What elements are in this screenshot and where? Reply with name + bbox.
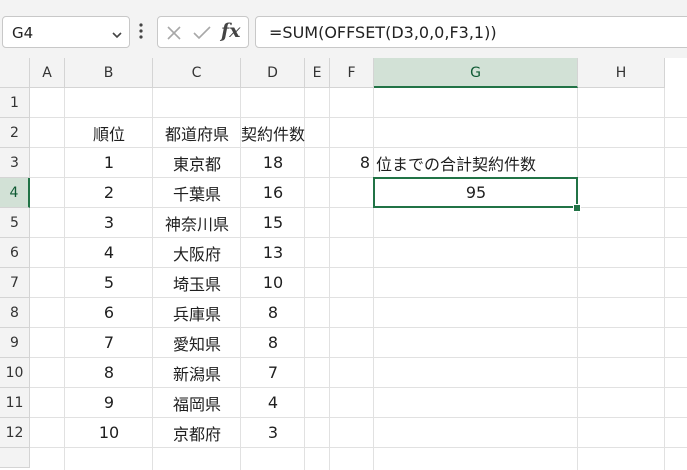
cell-f3-rank-limit[interactable]: 8 bbox=[330, 148, 374, 177]
cell-contracts[interactable]: 4 bbox=[241, 388, 305, 417]
cell-contracts[interactable]: 15 bbox=[241, 208, 305, 237]
row-header-4[interactable]: 4 bbox=[0, 178, 30, 208]
cell-prefecture[interactable]: 神奈川県 bbox=[153, 208, 241, 237]
name-box-value: G4 bbox=[12, 24, 34, 42]
column-header-d[interactable]: D bbox=[241, 58, 305, 88]
more-options-icon[interactable] bbox=[138, 22, 144, 44]
cell-prefecture[interactable]: 京都府 bbox=[153, 418, 241, 447]
cell-rank[interactable]: 8 bbox=[65, 358, 153, 387]
cell-prefecture[interactable]: 埼玉県 bbox=[153, 268, 241, 297]
row-header-11[interactable]: 11 bbox=[0, 388, 30, 418]
cell-prefecture[interactable]: 福岡県 bbox=[153, 388, 241, 417]
cell-contracts[interactable]: 8 bbox=[241, 298, 305, 327]
header-rank[interactable]: 順位 bbox=[65, 118, 153, 147]
formula-tools: fx bbox=[157, 16, 249, 48]
row-header-8[interactable]: 8 bbox=[0, 298, 30, 328]
cell-prefecture[interactable]: 愛知県 bbox=[153, 328, 241, 357]
cell-rank[interactable]: 5 bbox=[65, 268, 153, 297]
cell-rank[interactable]: 1 bbox=[65, 148, 153, 177]
gridline-vertical bbox=[577, 88, 578, 470]
formula-text: =SUM(OFFSET(D3,0,0,F3,1)) bbox=[269, 23, 497, 42]
row-header-partial[interactable] bbox=[0, 448, 30, 468]
name-box[interactable]: G4 bbox=[2, 16, 130, 48]
gridline-vertical bbox=[329, 88, 330, 470]
cell-prefecture[interactable]: 千葉県 bbox=[153, 178, 241, 207]
cell-g3-label[interactable]: 位までの合計契約件数 bbox=[374, 148, 578, 177]
column-header-c[interactable]: C bbox=[153, 58, 241, 88]
cell-rank[interactable]: 7 bbox=[65, 328, 153, 357]
formula-bar: G4 fx =SUM(OFFSET(D3,0,0,F3,1)) bbox=[0, 0, 687, 58]
cancel-icon[interactable] bbox=[166, 25, 182, 45]
cell-rank[interactable]: 6 bbox=[65, 298, 153, 327]
chevron-down-icon[interactable] bbox=[111, 26, 123, 45]
cell-prefecture[interactable]: 兵庫県 bbox=[153, 298, 241, 327]
column-header-g[interactable]: G bbox=[374, 58, 578, 88]
gridline-vertical bbox=[664, 88, 665, 470]
gridline-horizontal bbox=[30, 447, 687, 448]
column-header-b[interactable]: B bbox=[65, 58, 153, 88]
cell-prefecture[interactable]: 大阪府 bbox=[153, 238, 241, 267]
column-header-f[interactable]: F bbox=[330, 58, 374, 88]
row-header-2[interactable]: 2 bbox=[0, 118, 30, 148]
cell-rank[interactable]: 2 bbox=[65, 178, 153, 207]
row-header-12[interactable]: 12 bbox=[0, 418, 30, 448]
row-header-6[interactable]: 6 bbox=[0, 238, 30, 268]
cell-contracts[interactable]: 7 bbox=[241, 358, 305, 387]
row-header-3[interactable]: 3 bbox=[0, 148, 30, 178]
cell-contracts[interactable]: 13 bbox=[241, 238, 305, 267]
cell-prefecture[interactable]: 東京都 bbox=[153, 148, 241, 177]
cell-contracts[interactable]: 10 bbox=[241, 268, 305, 297]
cell-rank[interactable]: 9 bbox=[65, 388, 153, 417]
cell-contracts[interactable]: 18 bbox=[241, 148, 305, 177]
column-header-h[interactable]: H bbox=[578, 58, 665, 88]
select-all-corner[interactable] bbox=[0, 58, 30, 88]
column-header-e[interactable]: E bbox=[305, 58, 330, 88]
header-prefecture[interactable]: 都道府県 bbox=[153, 118, 241, 147]
header-contracts[interactable]: 契約件数 bbox=[241, 118, 305, 147]
cell-rank[interactable]: 3 bbox=[65, 208, 153, 237]
row-header-9[interactable]: 9 bbox=[0, 328, 30, 358]
row-header-10[interactable]: 10 bbox=[0, 358, 30, 388]
row-header-7[interactable]: 7 bbox=[0, 268, 30, 298]
row-header-1[interactable]: 1 bbox=[0, 88, 30, 118]
worksheet-grid[interactable]: A B C D E F G H 1 2 3 4 5 6 7 8 9 10 11 12 順位 都道府県 契約件数 1 東京都 18 2… bbox=[0, 58, 687, 470]
insert-function-icon[interactable]: fx bbox=[221, 20, 241, 42]
fill-handle[interactable] bbox=[573, 204, 581, 212]
row-header-5[interactable]: 5 bbox=[0, 208, 30, 238]
gridline-vertical bbox=[373, 88, 374, 470]
active-cell-outline bbox=[373, 177, 578, 208]
cell-prefecture[interactable]: 新潟県 bbox=[153, 358, 241, 387]
cell-contracts[interactable]: 8 bbox=[241, 328, 305, 357]
cell-rank[interactable]: 4 bbox=[65, 238, 153, 267]
check-icon[interactable] bbox=[193, 25, 211, 45]
formula-input[interactable]: =SUM(OFFSET(D3,0,0,F3,1)) bbox=[255, 16, 687, 48]
cell-contracts[interactable]: 3 bbox=[241, 418, 305, 447]
cell-rank[interactable]: 10 bbox=[65, 418, 153, 447]
cell-contracts[interactable]: 16 bbox=[241, 178, 305, 207]
column-header-a[interactable]: A bbox=[30, 58, 65, 88]
